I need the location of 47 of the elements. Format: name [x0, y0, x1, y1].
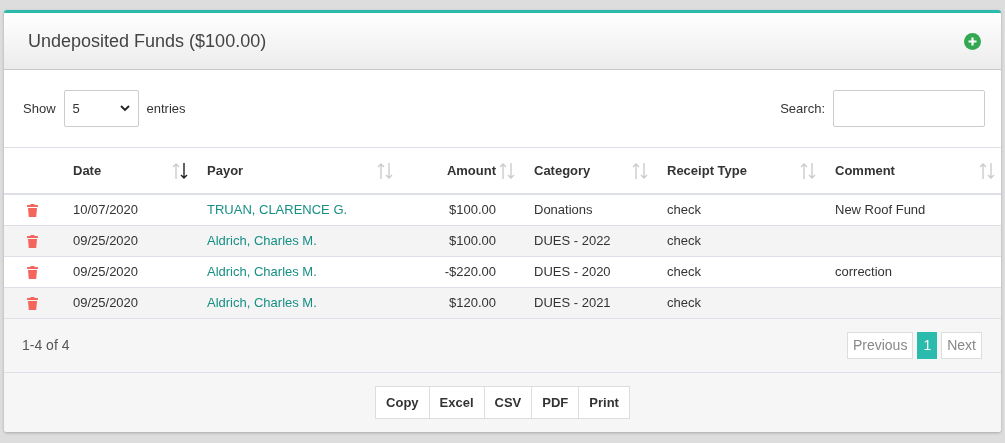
trash-icon[interactable]: [27, 234, 38, 248]
sort-icon[interactable]: [172, 162, 188, 180]
table-cell: 10/07/2020: [73, 202, 139, 217]
trash-icon[interactable]: [27, 204, 38, 218]
entries-select[interactable]: 5: [63, 90, 139, 127]
column-header[interactable]: Receipt Type: [667, 162, 747, 178]
table-cell: check: [667, 294, 701, 310]
table-cell: correction: [835, 263, 893, 279]
table-cell: $100.00: [449, 202, 496, 217]
export-button[interactable]: CSV: [484, 385, 533, 419]
payor-link[interactable]: Aldrich, Charles M.: [207, 263, 317, 279]
panel-title: Undeposited Funds ($100.00): [28, 29, 267, 53]
table-cell: check: [667, 202, 701, 217]
column-header[interactable]: Amount: [446, 162, 496, 178]
column-header[interactable]: Payor: [207, 162, 244, 178]
table-cell: check: [667, 263, 701, 279]
table-cell: $120.00: [449, 294, 496, 310]
table-cell: $100.00: [449, 232, 496, 248]
column-header[interactable]: Comment: [835, 162, 895, 178]
page-button[interactable]: Next: [941, 331, 982, 359]
export-button[interactable]: PDF: [532, 385, 580, 419]
table-cell: New Roof Fund: [835, 202, 926, 217]
column-header[interactable]: Date: [73, 162, 102, 178]
search-label: Search:: [780, 99, 825, 118]
table-cell: DUES - 2021: [534, 294, 611, 310]
export-button[interactable]: Excel: [429, 385, 485, 419]
trash-icon[interactable]: [27, 296, 38, 310]
search-field[interactable]: [833, 90, 985, 127]
page-button[interactable]: Previous: [846, 331, 914, 359]
table-cell: 09/25/2020: [73, 263, 139, 279]
entries-label: entries: [146, 99, 186, 118]
entries-info: 1-4 of 4: [22, 335, 70, 355]
column-header[interactable]: Category: [534, 162, 591, 178]
table-cell: -$220.00: [444, 263, 496, 279]
add-icon[interactable]: [964, 32, 981, 50]
table-cell: DUES - 2020: [534, 263, 611, 279]
caret-icon[interactable]: [119, 105, 130, 112]
export-button[interactable]: Copy: [375, 385, 430, 419]
table-cell: DUES - 2022: [534, 232, 611, 248]
trash-icon[interactable]: [27, 265, 38, 279]
table-cell: Donations: [534, 202, 593, 217]
table-cell: 09/25/2020: [73, 232, 139, 248]
show-label: Show: [23, 99, 56, 118]
table-cell: 09/25/2020: [73, 294, 139, 310]
payor-link[interactable]: TRUAN, CLARENCE G.: [207, 202, 348, 217]
export-button[interactable]: Print: [579, 385, 630, 419]
table-cell: check: [667, 232, 701, 248]
